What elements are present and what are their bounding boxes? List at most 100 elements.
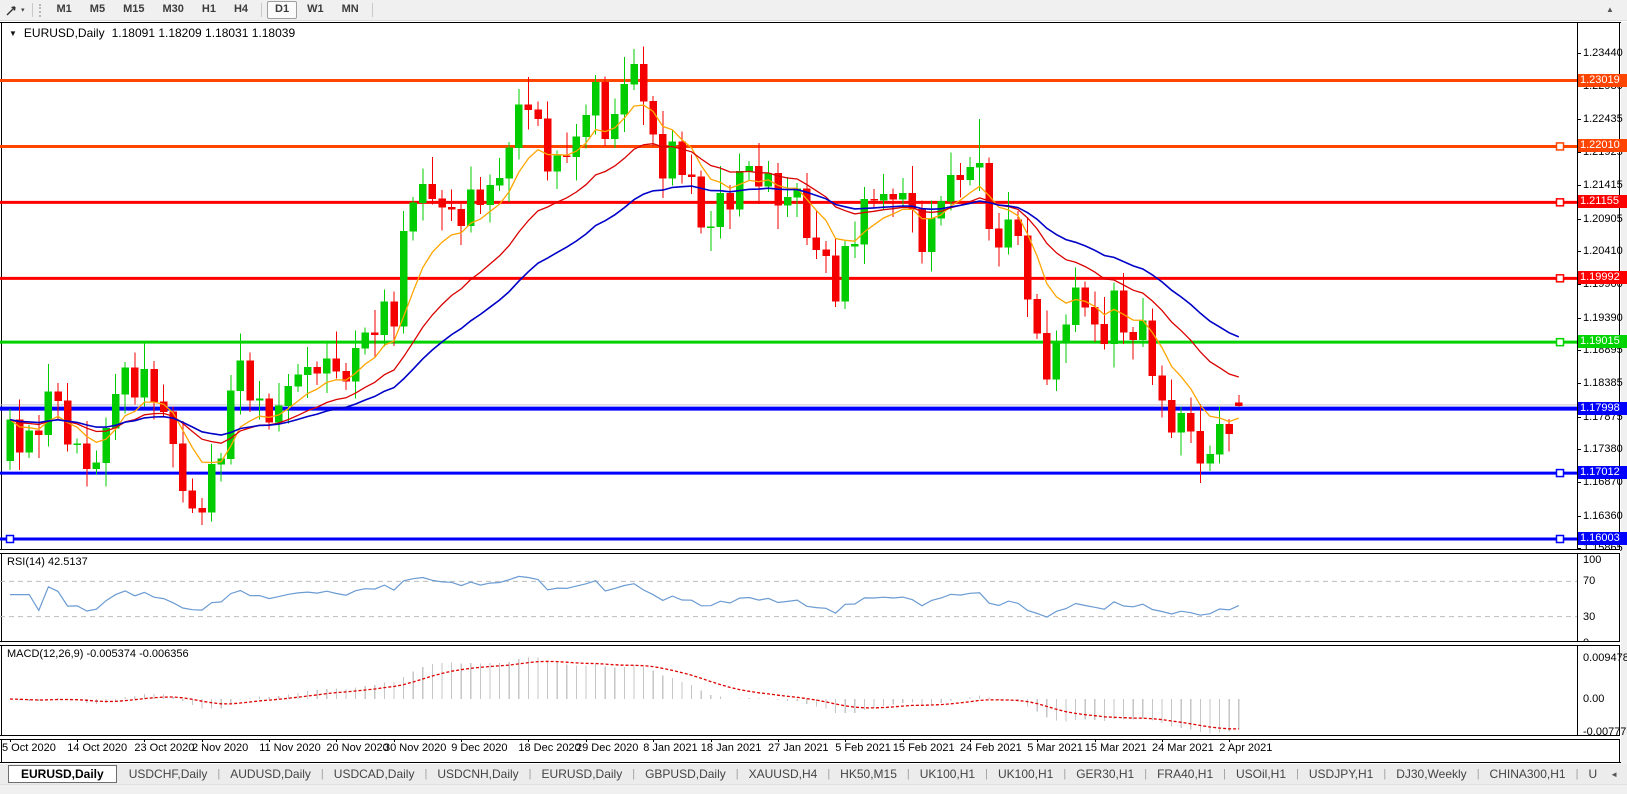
macd-label: MACD(12,26,9) -0.005374 -0.006356 (7, 648, 189, 660)
hline-price-label: 1.17998 (1578, 402, 1627, 415)
tab-scroll-left-icon[interactable]: ◄ (1605, 770, 1623, 779)
chart-tab-dj30-weekly[interactable]: DJ30,Weekly (1388, 766, 1474, 782)
hline-price-label: 1.23019 (1578, 74, 1627, 87)
toolbar-overflow-icon[interactable]: ▲ (1606, 5, 1614, 14)
date-axis-label: 29 Dec 2020 (576, 742, 638, 754)
panel-separator[interactable] (0, 549, 1620, 554)
timeframe-button-m15[interactable]: M15 (115, 1, 152, 19)
price-axis-tick-label: 1.19390 (1583, 312, 1623, 324)
chart-tab-u[interactable]: U (1580, 766, 1605, 782)
chart-tab-bar: EURUSD,DailyUSDCHF,Daily|AUDUSD,Daily|US… (0, 764, 1627, 784)
timeframe-button-m1[interactable]: M1 (49, 1, 80, 19)
date-axis-label: 11 Nov 2020 (259, 742, 321, 754)
chart-tab-eurusd-daily[interactable]: EURUSD,Daily (8, 765, 117, 783)
timeframe-button-w1[interactable]: W1 (299, 1, 332, 19)
toolbar-separator (372, 3, 373, 17)
toolbar-separator (32, 3, 33, 17)
price-axis-tick-label: 1.18385 (1583, 377, 1623, 389)
timeframe-button-h1[interactable]: H1 (194, 1, 224, 19)
hline-price-label: 1.19015 (1578, 335, 1627, 348)
chart-menu-icon[interactable]: ▼ (9, 29, 17, 38)
cursor-tool-dropdown-icon[interactable]: ▾ (21, 6, 25, 14)
price-axis-tick-label: 1.21415 (1583, 179, 1623, 191)
price-axis-tick-label: 1.20905 (1583, 213, 1623, 225)
mt4-terminal: ▾ M1M5M15M30H1H4D1W1MN ▲ ▼ EURUSD,Daily … (0, 0, 1627, 794)
tab-separator: | (632, 768, 635, 780)
tab-scroll-right-icon[interactable]: ► (1623, 770, 1627, 779)
price-axis-tickmark (1577, 449, 1581, 450)
chart-tab-audusd-daily[interactable]: AUDUSD,Daily (222, 766, 319, 782)
toolbar-separator (261, 3, 262, 17)
rsi-axis-label: 100 (1583, 554, 1601, 566)
tab-separator: | (321, 768, 324, 780)
toolbar-grip[interactable] (39, 4, 43, 17)
price-axis-tick-label: 1.23440 (1583, 47, 1623, 59)
tab-separator: | (907, 768, 910, 780)
date-axis-label: 2 Apr 2021 (1219, 742, 1272, 754)
timeframe-button-m5[interactable]: M5 (82, 1, 113, 19)
tab-separator: | (736, 768, 739, 780)
price-axis-tickmark (1577, 318, 1581, 319)
tab-separator: | (217, 768, 220, 780)
macd-axis-label: 0.009478 (1583, 652, 1627, 664)
chart-tab-ger30-h1[interactable]: GER30,H1 (1068, 766, 1142, 782)
date-axis-label: 27 Jan 2021 (768, 742, 829, 754)
timeframe-button-h4[interactable]: H4 (226, 1, 256, 19)
chart-tab-usdcad-daily[interactable]: USDCAD,Daily (326, 766, 423, 782)
status-bar (0, 784, 1627, 794)
price-axis-tickmark (1577, 185, 1581, 186)
hline-price-label: 1.22010 (1578, 139, 1627, 152)
rsi-label: RSI(14) 42.5137 (7, 556, 88, 568)
chart-tab-fra40-h1[interactable]: FRA40,H1 (1149, 766, 1221, 782)
price-axis-tickmark (1577, 350, 1581, 351)
date-axis-label: 15 Mar 2021 (1085, 742, 1147, 754)
tab-separator: | (529, 768, 532, 780)
tab-separator: | (1477, 768, 1480, 780)
chart-title-symbol: EURUSD,Daily (24, 26, 105, 40)
chart-tab-gbpusd-daily[interactable]: GBPUSD,Daily (637, 766, 734, 782)
price-axis-tickmark (1577, 119, 1581, 120)
chart-tab-usoil-h1[interactable]: USOil,H1 (1228, 766, 1294, 782)
rsi-axis-label: 30 (1583, 611, 1595, 623)
chart-tab-china300-h1[interactable]: CHINA300,H1 (1482, 766, 1574, 782)
price-axis-tickmark (1577, 383, 1581, 384)
timeframe-button-mn[interactable]: MN (334, 1, 367, 19)
date-axis-label: 15 Feb 2021 (893, 742, 955, 754)
chart-tab-eurusd-daily[interactable]: EURUSD,Daily (534, 766, 631, 782)
date-axis-label: 9 Dec 2020 (451, 742, 507, 754)
chart-tab-usdcnh-daily[interactable]: USDCNH,Daily (429, 766, 526, 782)
tab-separator: | (827, 768, 830, 780)
timeframe-button-d1[interactable]: D1 (267, 1, 297, 19)
macd-panel-canvas[interactable] (0, 645, 1577, 735)
date-axis-label: 5 Feb 2021 (835, 742, 891, 754)
date-axis-label: 23 Oct 2020 (134, 742, 194, 754)
chart-tab-xauusd-h4[interactable]: XAUUSD,H4 (741, 766, 826, 782)
panel-separator[interactable] (0, 641, 1620, 646)
main-chart-canvas[interactable] (0, 22, 1577, 549)
timeframe-button-m30[interactable]: M30 (154, 1, 191, 19)
date-axis-label: 30 Nov 2020 (384, 742, 446, 754)
price-axis-tickmark (1577, 516, 1581, 517)
tab-separator: | (1576, 768, 1579, 780)
hline-price-label: 1.19992 (1578, 271, 1627, 284)
timeframe-toolbar: ▾ M1M5M15M30H1H4 D1W1MN ▲ (0, 0, 1627, 21)
chart-border-bottom (0, 762, 1621, 763)
date-axis-label: 5 Oct 2020 (2, 742, 56, 754)
chart-tab-usdjpy-h1[interactable]: USDJPY,H1 (1301, 766, 1381, 782)
cursor-tool-icon[interactable] (5, 4, 18, 17)
tab-separator: | (1144, 768, 1147, 780)
chart-tab-uk100-h1[interactable]: UK100,H1 (990, 766, 1061, 782)
rsi-panel-canvas[interactable] (0, 553, 1577, 641)
date-axis-label: 14 Oct 2020 (67, 742, 127, 754)
price-axis-tickmark (1577, 417, 1581, 418)
chart-tab-uk100-h1[interactable]: UK100,H1 (912, 766, 983, 782)
price-axis-tickmark (1577, 251, 1581, 252)
price-axis-line (1577, 22, 1578, 739)
chart-title-ohlc: 1.18091 1.18209 1.18031 1.18039 (112, 26, 296, 40)
price-axis-tick-label: 1.22435 (1583, 113, 1623, 125)
chart-tab-usdchf-daily[interactable]: USDCHF,Daily (121, 766, 216, 782)
date-axis-label: 24 Mar 2021 (1152, 742, 1214, 754)
chart-tab-hk50-m15[interactable]: HK50,M15 (832, 766, 905, 782)
date-axis-label: 20 Nov 2020 (326, 742, 388, 754)
tab-separator: | (985, 768, 988, 780)
